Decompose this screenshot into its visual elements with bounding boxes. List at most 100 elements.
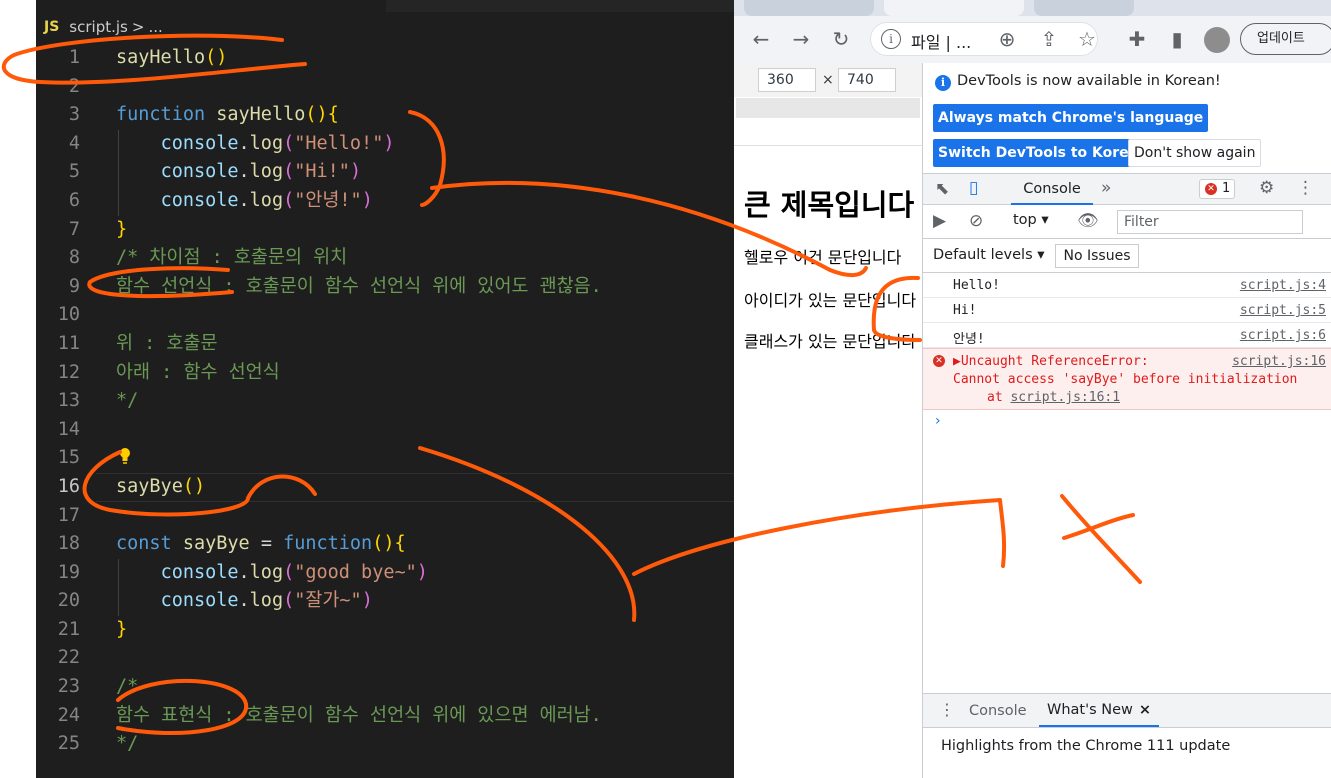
browser-tab[interactable] [744, 0, 874, 16]
code-line[interactable]: 20 console.log("잘가~") [36, 587, 734, 616]
dimension-separator: × [822, 72, 834, 88]
notice-text: DevTools is now available in Korean! [957, 73, 1221, 89]
code-text[interactable]: console.log("안녕!") [116, 187, 373, 216]
code-text[interactable]: 함수 표현식 : 호출문이 함수 선언식 위에 있으면 에러남. [116, 702, 602, 731]
log-source-link[interactable]: script.js:4 [1240, 278, 1326, 293]
browser-tab-active[interactable] [884, 0, 1024, 16]
viewport-height-input[interactable]: 740 [838, 68, 896, 92]
close-icon[interactable]: × [1139, 702, 1151, 718]
line-number: 11 [57, 332, 80, 354]
lightbulb-icon[interactable] [118, 447, 132, 465]
error-source-link[interactable]: script.js:16 [1232, 354, 1326, 369]
gear-icon[interactable]: ⚙ [1259, 178, 1274, 198]
code-text[interactable]: /* 차이점 : 호출문의 위치 [116, 244, 347, 273]
code-text[interactable]: } [116, 216, 127, 245]
code-editor[interactable]: JS script.js > ... 1 sayHello() 2 3 function… [0, 0, 734, 778]
log-source-link[interactable]: script.js:6 [1240, 328, 1326, 343]
dont-show-again-button[interactable]: Don't show again [1128, 139, 1262, 167]
viewport-width-input[interactable]: 360 [758, 68, 816, 92]
no-issues-button[interactable]: No Issues [1055, 244, 1139, 268]
error-count-badge[interactable]: ✕ 1 [1199, 179, 1235, 199]
default-levels-dropdown[interactable]: Default levels ▾ [933, 247, 1045, 263]
code-lines[interactable]: 1 sayHello() 2 3 function sayHello(){4 conso… [36, 44, 734, 759]
code-line[interactable]: 13 */ [36, 387, 734, 416]
code-line[interactable]: 17 [36, 502, 734, 531]
zoom-icon[interactable]: ⊕ [992, 24, 1022, 54]
code-text[interactable]: sayHello() [116, 44, 227, 73]
log-source-link[interactable]: script.js:5 [1240, 303, 1326, 318]
code-line[interactable]: 6 console.log("안녕!") [36, 186, 734, 216]
code-line[interactable]: 9 함수 선언식 : 호출문이 함수 선언식 위에 있어도 괜찮음. [36, 273, 734, 302]
console-prompt[interactable]: › [935, 413, 941, 429]
code-line[interactable]: 18 const sayBye = function(){ [36, 530, 734, 559]
code-line[interactable]: 12 아래 : 함수 선언식 [36, 359, 734, 388]
browser-tab[interactable] [1034, 0, 1134, 16]
code-text[interactable]: console.log("Hi!") [116, 158, 362, 187]
code-line[interactable]: 23 /* [36, 673, 734, 702]
code-line[interactable]: 14 [36, 416, 734, 445]
code-line[interactable]: 16 sayBye() [36, 472, 734, 502]
page-paragraph: 헬로우 이건 문단입니다 [744, 248, 902, 267]
breadcrumb-more[interactable]: ... [148, 18, 162, 36]
extensions-puzzle-icon[interactable]: ✚ [1122, 24, 1152, 54]
breadcrumb[interactable]: JS script.js > ... [44, 14, 163, 40]
code-line[interactable]: 25 */ [36, 730, 734, 759]
code-line[interactable]: 5 console.log("Hi!") [36, 158, 734, 187]
forward-arrow-icon[interactable]: → [786, 24, 816, 54]
kebab-menu-icon[interactable]: ⋮ [939, 700, 955, 719]
tab-console[interactable]: Console [1011, 174, 1093, 205]
code-text[interactable]: */ [116, 730, 138, 759]
code-text[interactable]: 함수 선언식 : 호출문이 함수 선언식 위에 있어도 괜찮음. [116, 273, 602, 302]
code-line[interactable]: 8 /* 차이점 : 호출문의 위치 [36, 244, 734, 273]
code-text[interactable]: function sayHello(){ [116, 101, 339, 130]
side-panel-icon[interactable]: ▮ [1162, 24, 1192, 54]
error-title[interactable]: ▶Uncaught ReferenceError: [953, 354, 1149, 369]
code-line[interactable]: 22 [36, 644, 734, 673]
code-line[interactable]: 7} [36, 216, 734, 245]
error-row[interactable]: ✕ ▶Uncaught ReferenceError: Cannot acces… [923, 348, 1331, 410]
back-arrow-icon[interactable]: ← [746, 24, 776, 54]
inspect-element-icon[interactable]: ⬉ [935, 179, 949, 199]
code-line[interactable]: 2 [36, 73, 734, 102]
update-button[interactable]: 업데이트 [1240, 23, 1331, 55]
code-line[interactable]: 1 sayHello() [36, 44, 734, 73]
sidebar-toggle-icon[interactable]: ▶ [933, 211, 946, 231]
code-line[interactable]: 19 console.log("good bye~") [36, 558, 734, 588]
code-text[interactable]: const sayBye = function(){ [116, 530, 406, 559]
breadcrumb-file[interactable]: script.js [69, 18, 128, 36]
code-text[interactable]: } [116, 616, 127, 645]
code-line[interactable]: 3 function sayHello(){ [36, 101, 734, 130]
more-tabs-icon[interactable]: » [1101, 178, 1111, 198]
context-select[interactable]: top ▾ [1013, 212, 1049, 228]
stack-link[interactable]: script.js:16:1 [1010, 390, 1120, 405]
code-line[interactable]: 10 [36, 301, 734, 330]
line-number: 20 [57, 590, 80, 612]
code-text[interactable]: sayBye() [116, 473, 205, 502]
kebab-menu-icon[interactable]: ⋮ [1297, 178, 1314, 198]
code-text[interactable]: console.log("잘가~") [116, 587, 373, 616]
always-match-language-button[interactable]: Always match Chrome's language [933, 104, 1209, 132]
code-text[interactable]: */ [116, 387, 138, 416]
avatar[interactable] [1204, 27, 1230, 53]
code-line[interactable]: 21} [36, 616, 734, 645]
code-line[interactable]: 24 함수 표현식 : 호출문이 함수 선언식 위에 있으면 에러남. [36, 702, 734, 731]
code-line[interactable]: 15 [36, 444, 734, 473]
code-text[interactable]: 위 : 호출문 [116, 330, 218, 359]
code-line[interactable]: 11 위 : 호출문 [36, 330, 734, 359]
code-text[interactable]: /* [116, 673, 138, 702]
eye-icon[interactable]: 👁 [1077, 211, 1099, 231]
filter-input[interactable]: Filter [1117, 210, 1303, 234]
code-line[interactable]: 4 console.log("Hello!") [36, 129, 734, 159]
switch-to-korean-button[interactable]: Switch DevTools to Korean [933, 139, 1154, 167]
code-text[interactable]: console.log("Hello!") [116, 130, 395, 159]
code-text[interactable]: 아래 : 함수 선언식 [116, 359, 280, 388]
info-icon[interactable]: i [881, 29, 901, 49]
bookmark-star-icon[interactable]: ☆ [1072, 24, 1102, 54]
reload-icon[interactable]: ↻ [826, 24, 856, 54]
clear-console-icon[interactable]: ⊘ [969, 211, 983, 231]
drawer-tab-console[interactable]: Console [969, 703, 1027, 719]
share-icon[interactable]: ⇪ [1034, 24, 1064, 54]
code-text[interactable]: console.log("good bye~") [116, 559, 428, 588]
drawer-tab-whats-new[interactable]: What's New × [1039, 694, 1160, 727]
device-toggle-icon[interactable]: ▯ [969, 178, 978, 198]
